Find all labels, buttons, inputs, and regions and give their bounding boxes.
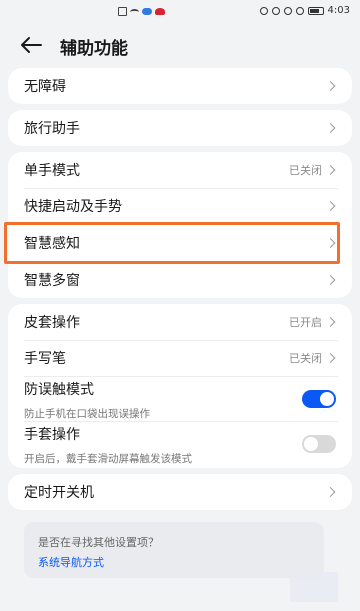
settings-row-accessibility[interactable]: 无障碍 [8,68,352,104]
chevron-right-icon [325,201,336,211]
bottom-overlay [290,572,338,602]
signal-icon [295,6,304,15]
battery-icon [307,6,324,15]
status-time: 4:03 [327,5,350,16]
row-label: 单手模式 [24,163,80,179]
settings-row-one-hand-mode[interactable]: 单手模式 已关闭 [8,152,352,188]
app-header: 辅助功能 [0,26,360,66]
settings-card-input: 皮套操作 已开启 手写笔 已关闭 防误触模式 防止手机在口袋出现误操作 手套操作… [8,304,352,468]
chevron-right-icon [325,275,336,285]
settings-row-smart-perception[interactable]: 智慧感知 [8,225,352,261]
row-label: 无障碍 [24,79,66,95]
notification-icons [118,7,165,16]
cloud-icon [142,8,152,15]
settings-row-travel-assistant[interactable]: 旅行助手 [8,110,352,146]
row-label: 快捷启动及手势 [24,199,122,215]
eye-icon [259,6,268,15]
row-label: 皮套操作 [24,315,80,331]
chevron-right-icon [325,123,336,133]
vibrate-icon [283,6,292,15]
settings-row-scheduled-power[interactable]: 定时开关机 [8,474,352,510]
row-label: 智慧感知 [24,236,80,252]
suggestion-question: 是否在寻找其他设置项？ [38,536,159,549]
row-label: 手套操作 [24,427,80,443]
toggle-knob [304,437,318,451]
doc-icon [118,7,127,16]
settings-row-accidental-touch[interactable]: 防误触模式 防止手机在口袋出现误操作 [8,377,352,421]
status-bar: 4:03 [0,0,360,26]
settings-card-schedule: 定时开关机 [8,474,352,510]
settings-row-shortcuts-gestures[interactable]: 快捷启动及手势 [8,188,352,224]
chevron-right-icon [325,487,336,497]
settings-card-accessibility: 无障碍 [8,68,352,104]
row-subtitle: 开启后，戴手套滑动屏幕触发该模式 [24,453,192,465]
glove-mode-toggle[interactable] [302,435,336,453]
accidental-touch-toggle[interactable] [302,390,336,408]
settings-row-glove-mode[interactable]: 手套操作 开启后，戴手套滑动屏幕触发该模式 [8,422,352,466]
status-text: 已开启 [289,316,322,329]
chevron-right-icon [325,238,336,248]
chevron-right-icon [325,81,336,91]
chevron-right-icon [325,317,336,327]
headphone-icon [271,6,280,15]
back-arrow-icon[interactable] [20,36,42,54]
row-label: 智慧多窗 [24,273,80,289]
chevron-right-icon [325,165,336,175]
row-label: 定时开关机 [24,485,94,501]
wifi-icon [130,8,139,15]
settings-card-gestures: 单手模式 已关闭 快捷启动及手势 智慧感知 智慧多窗 [8,152,352,298]
huawei-icon [155,8,165,15]
settings-row-cover-operation[interactable]: 皮套操作 已开启 [8,304,352,340]
status-text: 已关闭 [289,352,322,365]
row-label: 防误触模式 [24,382,94,398]
suggestion-link[interactable]: 系统导航方式 [38,554,104,570]
settings-row-smart-multiwindow[interactable]: 智慧多窗 [8,262,352,298]
toggle-knob [320,392,334,406]
page-title: 辅助功能 [60,39,128,59]
settings-card-travel: 旅行助手 [8,110,352,146]
row-subtitle: 防止手机在口袋出现误操作 [24,408,150,420]
row-label: 手写笔 [24,351,66,367]
system-icons: 4:03 [259,5,350,16]
row-label: 旅行助手 [24,121,80,137]
settings-row-stylus[interactable]: 手写笔 已关闭 [8,340,352,376]
chevron-right-icon [325,353,336,363]
status-text: 已关闭 [289,164,322,177]
suggestion-card: 是否在寻找其他设置项？ 系统导航方式 [24,522,324,578]
